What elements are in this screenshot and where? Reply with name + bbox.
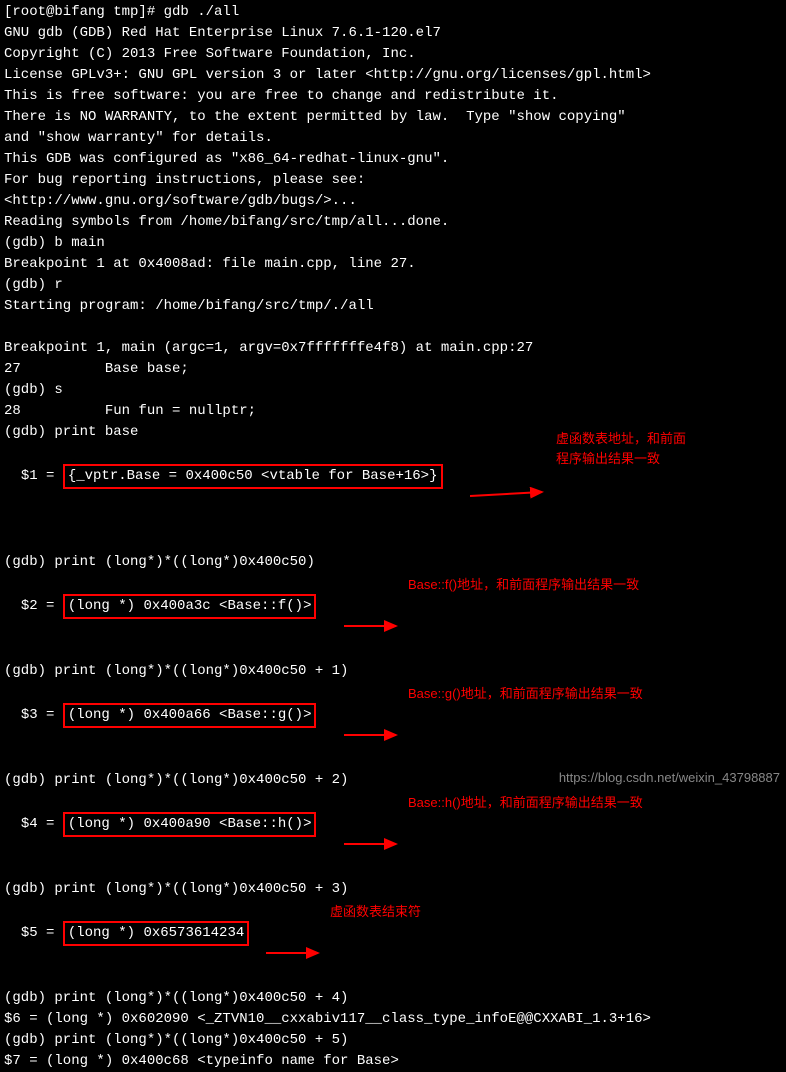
terminal-line: $1 = {_vptr.Base = 0x400c50 <vtable for … bbox=[4, 443, 782, 552]
annotation-base-g: Base::g()地址，和前面程序输出结果一致 bbox=[408, 684, 643, 704]
terminal-line: This is free software: you are free to c… bbox=[4, 86, 782, 107]
terminal-line: Starting program: /home/bifang/src/tmp/.… bbox=[4, 296, 782, 317]
terminal-line: $2 = (long *) 0x400a3c <Base::f()> Base:… bbox=[4, 573, 782, 661]
terminal-line: (gdb) s bbox=[4, 380, 782, 401]
terminal-line: (gdb) print (long*)*((long*)0x400c50 + 1… bbox=[4, 661, 782, 682]
output-prefix: $4 = bbox=[21, 816, 63, 832]
terminal-line: $5 = (long *) 0x6573614234 虚函数表结束符 bbox=[4, 900, 782, 988]
terminal-line: There is NO WARRANTY, to the extent perm… bbox=[4, 107, 782, 128]
terminal-line: $6 = (long *) 0x602090 <_ZTVN10__cxxabiv… bbox=[4, 1009, 782, 1030]
annotation-vtable-addr: 虚函数表地址，和前面 bbox=[556, 429, 686, 449]
terminal-line: Copyright (C) 2013 Free Software Foundat… bbox=[4, 44, 782, 65]
terminal-line: [root@bifang tmp]# gdb ./all bbox=[4, 2, 782, 23]
terminal-line: 28 Fun fun = nullptr; bbox=[4, 401, 782, 422]
output-prefix: $2 = bbox=[21, 598, 63, 614]
terminal-line: $4 = (long *) 0x400a90 <Base::h()> Base:… bbox=[4, 791, 782, 879]
terminal-line: (gdb) print (long*)*((long*)0x400c50 + 4… bbox=[4, 988, 782, 1009]
terminal-line: $7 = (long *) 0x400c68 <typeinfo name fo… bbox=[4, 1051, 782, 1072]
arrow-icon bbox=[470, 445, 550, 547]
highlight-box-f: (long *) 0x400a3c <Base::f()> bbox=[63, 594, 317, 619]
output-prefix: $5 = bbox=[21, 925, 63, 941]
output-prefix: $1 = bbox=[21, 468, 63, 484]
terminal-line: <http://www.gnu.org/software/gdb/bugs/>.… bbox=[4, 191, 782, 212]
terminal-line: and "show warranty" for details. bbox=[4, 128, 782, 149]
terminal-output: [root@bifang tmp]# gdb ./all GNU gdb (GD… bbox=[4, 2, 782, 1072]
terminal-line: Breakpoint 1 at 0x4008ad: file main.cpp,… bbox=[4, 254, 782, 275]
terminal-line: GNU gdb (GDB) Red Hat Enterprise Linux 7… bbox=[4, 23, 782, 44]
terminal-line: (gdb) print (long*)*((long*)0x400c50 + 5… bbox=[4, 1030, 782, 1051]
terminal-line: This GDB was configured as "x86_64-redha… bbox=[4, 149, 782, 170]
output-prefix: $3 = bbox=[21, 707, 63, 723]
highlight-box-vtable: {_vptr.Base = 0x400c50 <vtable for Base+… bbox=[63, 464, 443, 489]
terminal-line: 27 Base base; bbox=[4, 359, 782, 380]
terminal-line: Breakpoint 1, main (argc=1, argv=0x7ffff… bbox=[4, 338, 782, 359]
terminal-line: (gdb) b main bbox=[4, 233, 782, 254]
terminal-line: For bug reporting instructions, please s… bbox=[4, 170, 782, 191]
highlight-box-end: (long *) 0x6573614234 bbox=[63, 921, 249, 946]
terminal-line: (gdb) print (long*)*((long*)0x400c50 + 3… bbox=[4, 879, 782, 900]
highlight-box-g: (long *) 0x400a66 <Base::g()> bbox=[63, 703, 317, 728]
annotation-vtable-end: 虚函数表结束符 bbox=[330, 902, 421, 922]
terminal-line bbox=[4, 317, 782, 338]
annotation-base-h: Base::h()地址，和前面程序输出结果一致 bbox=[408, 793, 643, 813]
terminal-line: Reading symbols from /home/bifang/src/tm… bbox=[4, 212, 782, 233]
terminal-line: $3 = (long *) 0x400a66 <Base::g()> Base:… bbox=[4, 682, 782, 770]
annotation-vtable-addr-2: 程序输出结果一致 bbox=[556, 449, 660, 469]
terminal-line: License GPLv3+: GNU GPL version 3 or lat… bbox=[4, 65, 782, 86]
annotation-base-f: Base::f()地址，和前面程序输出结果一致 bbox=[408, 575, 639, 595]
highlight-box-h: (long *) 0x400a90 <Base::h()> bbox=[63, 812, 317, 837]
terminal-line: (gdb) r bbox=[4, 275, 782, 296]
terminal-line: (gdb) print (long*)*((long*)0x400c50) bbox=[4, 552, 782, 573]
watermark: https://blog.csdn.net/weixin_43798887 bbox=[559, 768, 780, 788]
